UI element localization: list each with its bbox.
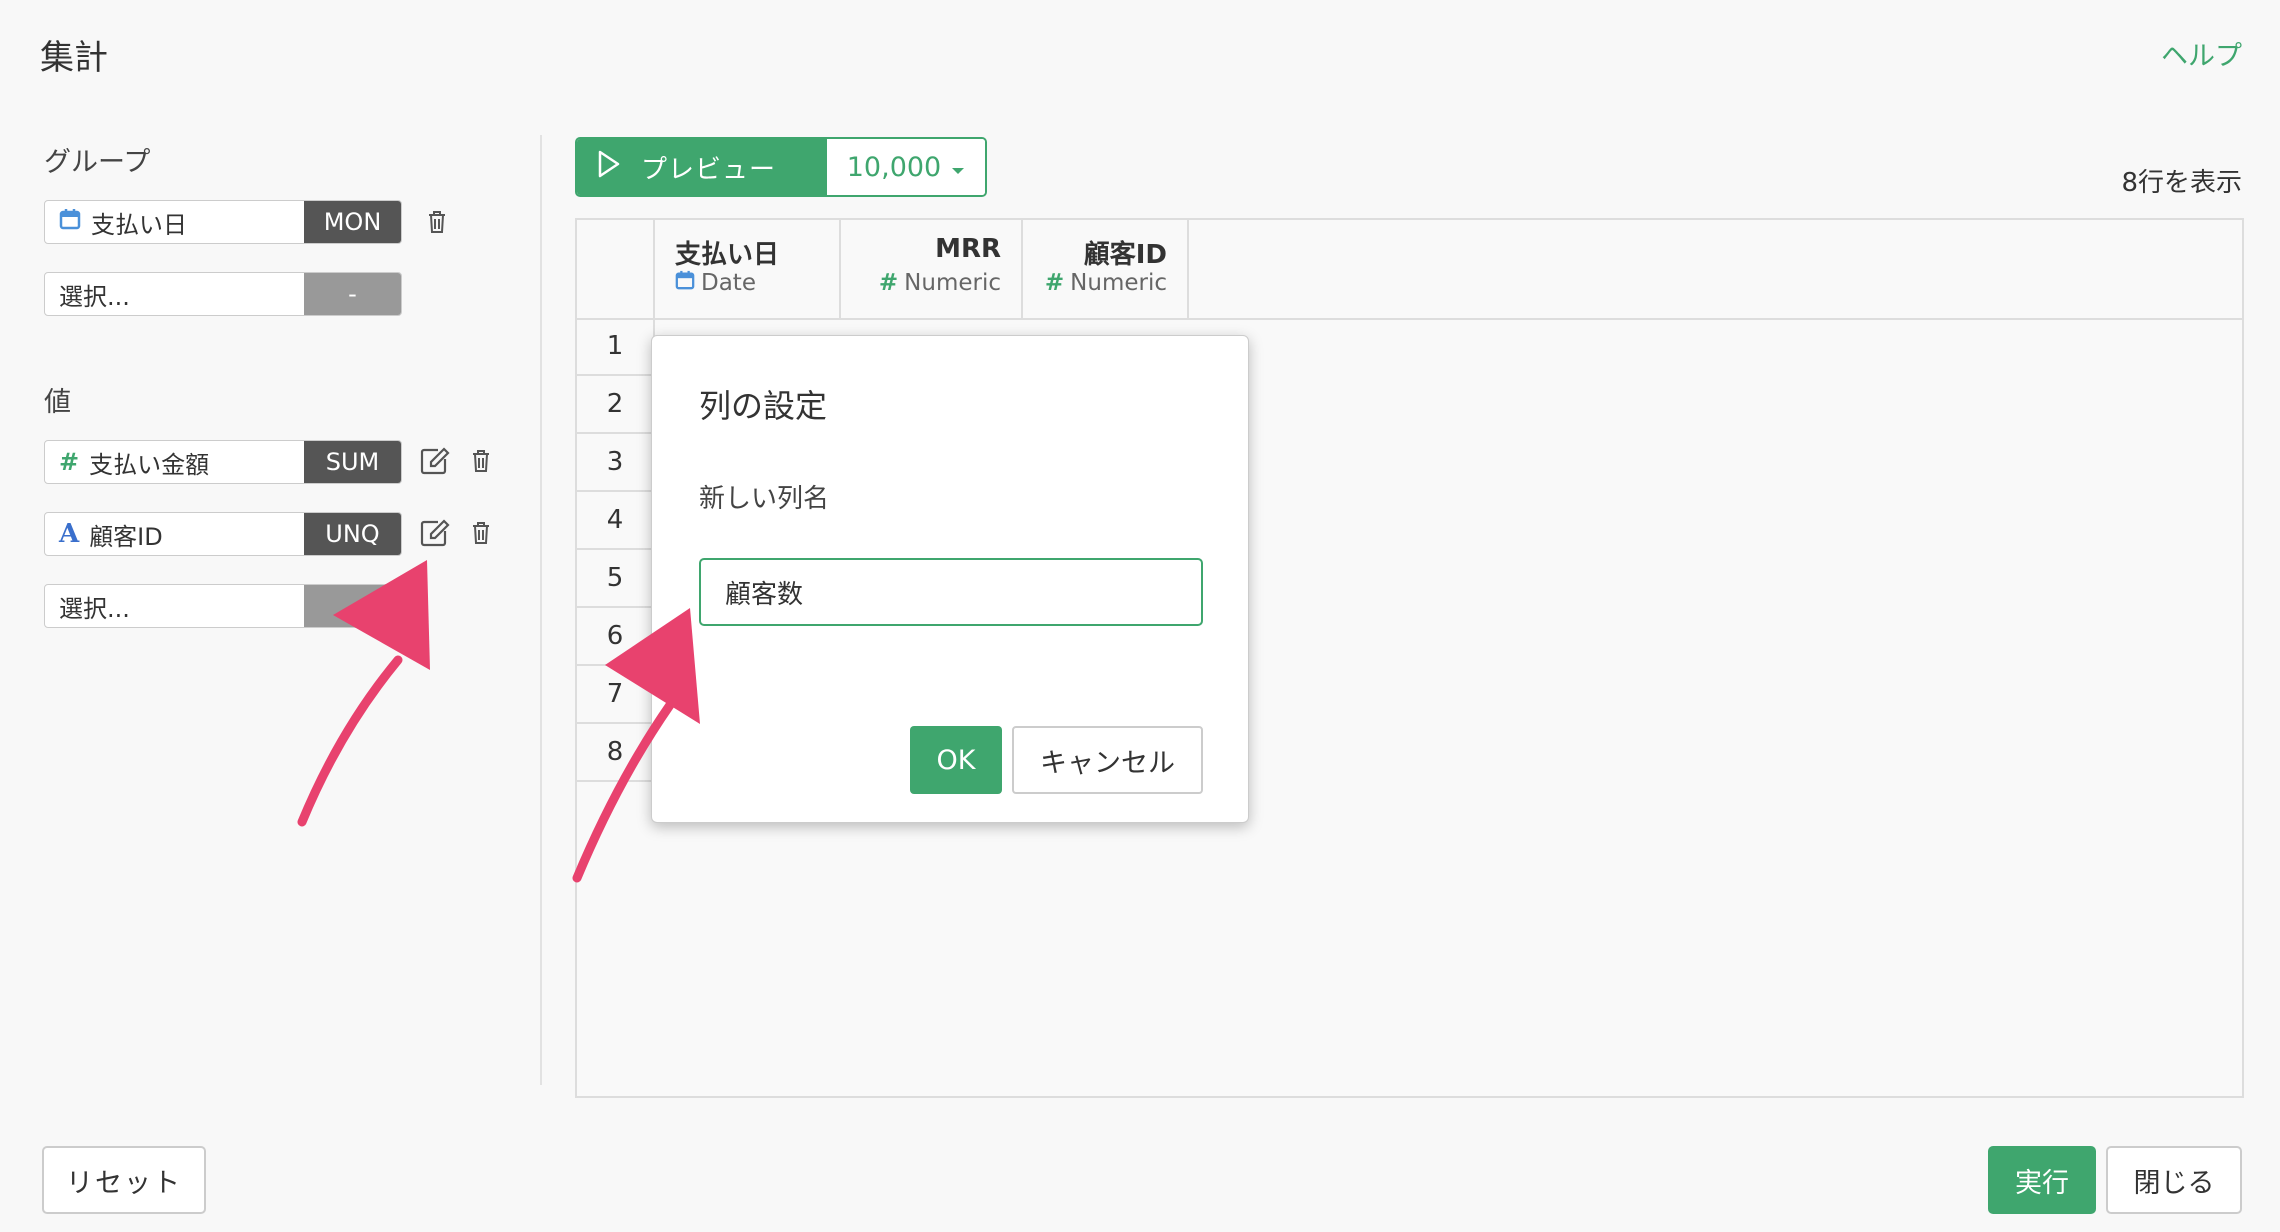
value-field[interactable]: # 支払い金額 <box>45 441 304 483</box>
column-type: # Numeric <box>1045 270 1167 296</box>
row-number: 2 <box>577 376 653 434</box>
new-column-name-input[interactable] <box>699 558 1203 626</box>
numeric-icon: # <box>59 448 80 476</box>
preview-label: プレビュー <box>641 154 777 185</box>
header-corner <box>577 220 655 318</box>
group-field-label: 支払い日 <box>91 210 187 239</box>
dialog-title: 列の設定 <box>699 387 828 425</box>
group-item-payment-date[interactable]: 支払い日 MON <box>44 200 402 244</box>
help-link[interactable]: ヘルプ <box>2161 34 2242 73</box>
value-agg-badge[interactable]: SUM <box>304 441 401 483</box>
row-number-column: 1 2 3 4 5 6 7 8 <box>577 318 655 782</box>
row-number: 7 <box>577 666 653 724</box>
preview-button-group: プレビュー 10,000 <box>575 137 987 197</box>
play-icon <box>597 150 621 185</box>
run-button[interactable]: 実行 <box>1988 1146 2096 1214</box>
column-header-payment-date[interactable]: 支払い日 Date <box>653 220 841 318</box>
row-number: 6 <box>577 608 653 666</box>
column-type: Date <box>675 270 756 296</box>
table-header: 支払い日 Date MRR # Numeric 顧客ID # Numeric <box>577 220 2242 320</box>
column-header-customer-id[interactable]: 顧客ID # Numeric <box>1021 220 1189 318</box>
page-title: 集計 <box>40 38 108 78</box>
panel-divider <box>540 135 542 1085</box>
group-section-label: グループ <box>44 147 151 178</box>
select-label: 選択... <box>59 594 130 623</box>
numeric-icon: # <box>878 270 899 296</box>
column-settings-dialog: 列の設定 新しい列名 OK キャンセル <box>651 335 1249 823</box>
ok-button[interactable]: OK <box>910 726 1002 794</box>
column-type-label: Numeric <box>1070 270 1167 296</box>
reset-button[interactable]: リセット <box>42 1146 206 1214</box>
row-number: 4 <box>577 492 653 550</box>
rows-shown-label: 8行を表示 <box>2121 168 2242 198</box>
select-label: 選択... <box>59 282 130 311</box>
calendar-icon <box>675 270 695 296</box>
column-header-mrr[interactable]: MRR # Numeric <box>839 220 1023 318</box>
value-select-placeholder[interactable]: 選択... - <box>44 584 402 628</box>
row-count-value: 10,000 <box>846 151 942 183</box>
caret-down-icon <box>951 152 965 183</box>
trash-icon[interactable] <box>466 516 496 550</box>
row-count-dropdown[interactable]: 10,000 <box>827 139 985 195</box>
value-item-payment-amount[interactable]: # 支払い金額 SUM <box>44 440 402 484</box>
calendar-icon <box>59 208 81 236</box>
group-select-agg: - <box>304 273 401 315</box>
row-number: 1 <box>577 318 653 376</box>
group-select-placeholder[interactable]: 選択... - <box>44 272 402 316</box>
values-section-label: 値 <box>44 387 71 418</box>
numeric-icon: # <box>1044 270 1065 296</box>
column-type-label: Date <box>701 270 756 296</box>
column-type: # Numeric <box>879 270 1001 296</box>
value-agg-badge[interactable]: UNQ <box>304 513 401 555</box>
group-agg-badge[interactable]: MON <box>304 201 401 243</box>
text-type-icon: A <box>59 519 80 549</box>
trash-icon[interactable] <box>422 205 452 239</box>
trash-icon[interactable] <box>466 444 496 478</box>
edit-icon[interactable] <box>420 516 450 550</box>
edit-icon[interactable] <box>420 444 450 478</box>
group-select-field[interactable]: 選択... <box>45 273 304 315</box>
value-item-customer-id[interactable]: A 顧客ID UNQ <box>44 512 402 556</box>
column-name: 支払い日 <box>675 240 780 270</box>
row-number: 5 <box>577 550 653 608</box>
group-field[interactable]: 支払い日 <box>45 201 304 243</box>
preview-button[interactable]: プレビュー <box>577 139 827 195</box>
value-select-field[interactable]: 選択... <box>45 585 304 627</box>
value-field-label: 支払い金額 <box>89 450 210 479</box>
cancel-button[interactable]: キャンセル <box>1012 726 1203 794</box>
new-column-name-label: 新しい列名 <box>699 484 830 514</box>
value-field-label: 顧客ID <box>89 522 163 551</box>
value-field[interactable]: A 顧客ID <box>45 513 304 555</box>
value-select-agg: - <box>304 585 401 627</box>
row-number: 8 <box>577 724 653 782</box>
column-type-label: Numeric <box>904 270 1001 296</box>
close-button[interactable]: 閉じる <box>2106 1146 2242 1214</box>
column-name: 顧客ID <box>1083 240 1167 270</box>
row-number: 3 <box>577 434 653 492</box>
column-name: MRR <box>935 234 1001 264</box>
